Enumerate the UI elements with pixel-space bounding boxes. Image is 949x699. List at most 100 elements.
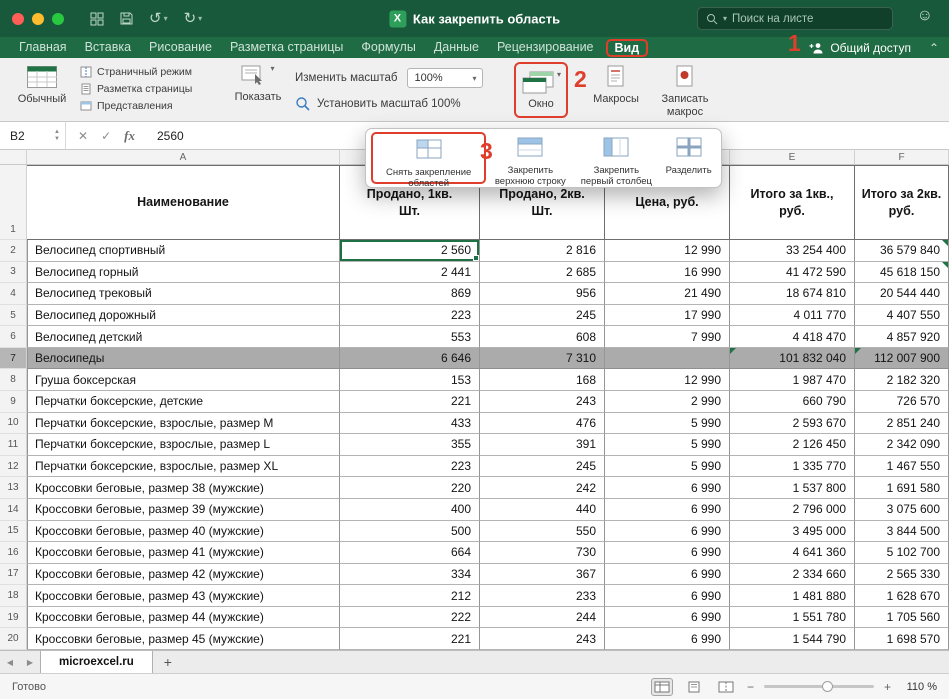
undo-button[interactable]: ↺ ▾ <box>149 11 168 26</box>
cell-D18[interactable]: 6 990 <box>605 585 730 607</box>
cell-D16[interactable]: 6 990 <box>605 542 730 564</box>
cell-F19[interactable]: 1 705 560 <box>855 606 949 629</box>
cell-C14[interactable]: 440 <box>480 498 605 521</box>
menu-item-freeze-top-row[interactable]: Закрепить верхнюю строку <box>489 132 571 187</box>
cell-E19[interactable]: 1 551 780 <box>730 606 855 629</box>
cell-B4[interactable]: 869 <box>340 283 480 305</box>
cell-B17[interactable]: 334 <box>340 563 480 586</box>
row-header-9[interactable]: 9 <box>0 391 27 413</box>
cell-A15[interactable]: Кроссовки беговые, размер 40 (мужские) <box>27 520 340 543</box>
cell-D15[interactable]: 6 990 <box>605 520 730 543</box>
cell-B12[interactable]: 223 <box>340 455 480 478</box>
cell-F12[interactable]: 1 467 550 <box>855 455 949 478</box>
insert-function-icon[interactable]: fx <box>124 128 135 144</box>
cancel-entry-icon[interactable]: ✕ <box>78 129 88 143</box>
cell-E2[interactable]: 33 254 400 <box>730 240 855 262</box>
zoom-out-icon[interactable]: − <box>747 680 754 694</box>
cell-E6[interactable]: 4 418 470 <box>730 326 855 348</box>
cell-A16[interactable]: Кроссовки беговые, размер 41 (мужские) <box>27 542 340 564</box>
custom-views-button[interactable]: Представления <box>80 100 192 112</box>
cell-E17[interactable]: 2 334 660 <box>730 563 855 586</box>
minimize-window-button[interactable] <box>32 12 44 25</box>
cell-A10[interactable]: Перчатки боксерские, взрослые, размер M <box>27 412 340 435</box>
row-header-5[interactable]: 5 <box>0 304 27 327</box>
cell-C17[interactable]: 367 <box>480 563 605 586</box>
close-window-button[interactable] <box>12 12 24 25</box>
cell-A1[interactable]: Наименование <box>27 165 340 240</box>
cell-A20[interactable]: Кроссовки беговые, размер 45 (мужские) <box>27 628 340 650</box>
cell-B7[interactable]: 6 646 <box>340 347 480 370</box>
tab-insert[interactable]: Вставка <box>76 37 140 58</box>
cell-D5[interactable]: 17 990 <box>605 304 730 327</box>
confirm-entry-icon[interactable]: ✓ <box>101 129 111 143</box>
row-header-12[interactable]: 12 <box>0 455 27 478</box>
cell-D12[interactable]: 5 990 <box>605 455 730 478</box>
add-sheet-button[interactable]: + <box>153 651 183 673</box>
row-header-10[interactable]: 10 <box>0 412 27 435</box>
cell-C5[interactable]: 245 <box>480 304 605 327</box>
cell-F15[interactable]: 3 844 500 <box>855 520 949 543</box>
cell-A4[interactable]: Велосипед трековый <box>27 283 340 305</box>
cell-E15[interactable]: 3 495 000 <box>730 520 855 543</box>
row-header-20[interactable]: 20 <box>0 628 27 650</box>
column-header-A[interactable]: A <box>27 150 340 164</box>
cell-D7[interactable] <box>605 347 730 370</box>
tab-home[interactable]: Главная <box>10 37 76 58</box>
cell-A17[interactable]: Кроссовки беговые, размер 42 (мужские) <box>27 563 340 586</box>
cell-A7[interactable]: Велосипеды <box>27 347 340 370</box>
page-layout-status-button[interactable] <box>683 678 705 696</box>
cell-A12[interactable]: Перчатки боксерские, взрослые, размер XL <box>27 455 340 478</box>
fullscreen-window-button[interactable] <box>52 12 64 25</box>
formula-input[interactable]: 2560 <box>147 122 184 149</box>
cell-D20[interactable]: 6 990 <box>605 628 730 650</box>
sheet-search-input[interactable]: ▾ Поиск на листе <box>697 7 893 30</box>
cell-B10[interactable]: 433 <box>340 412 480 435</box>
name-box-stepper[interactable]: ▲ ▼ <box>54 129 60 142</box>
cell-B13[interactable]: 220 <box>340 477 480 499</box>
name-box[interactable]: B2 ▲ ▼ <box>0 122 66 149</box>
row-header-14[interactable]: 14 <box>0 498 27 521</box>
menu-item-split[interactable]: Разделить <box>661 132 716 184</box>
zoom-in-icon[interactable]: + <box>884 680 891 694</box>
cell-E9[interactable]: 660 790 <box>730 391 855 413</box>
sheet-nav-prev-icon[interactable]: ◀ <box>0 651 20 673</box>
cell-A13[interactable]: Кроссовки беговые, размер 38 (мужские) <box>27 477 340 499</box>
row-header-16[interactable]: 16 <box>0 542 27 564</box>
row-header-11[interactable]: 11 <box>0 434 27 456</box>
cell-B11[interactable]: 355 <box>340 434 480 456</box>
sheet-nav-next-icon[interactable]: ▶ <box>20 651 40 673</box>
cell-D8[interactable]: 12 990 <box>605 369 730 392</box>
cell-B19[interactable]: 222 <box>340 606 480 629</box>
cell-A3[interactable]: Велосипед горный <box>27 261 340 284</box>
collapse-ribbon-icon[interactable]: ⌃ <box>929 41 939 55</box>
row-header-4[interactable]: 4 <box>0 283 27 305</box>
row-header-7[interactable]: 7 <box>0 347 27 370</box>
cell-C20[interactable]: 243 <box>480 628 605 650</box>
cell-A11[interactable]: Перчатки боксерские, взрослые, размер L <box>27 434 340 456</box>
cell-E18[interactable]: 1 481 880 <box>730 585 855 607</box>
cell-E12[interactable]: 1 335 770 <box>730 455 855 478</box>
cell-C16[interactable]: 730 <box>480 542 605 564</box>
cell-B16[interactable]: 664 <box>340 542 480 564</box>
cell-E7[interactable]: 101 832 040 <box>730 347 855 370</box>
cell-F20[interactable]: 1 698 570 <box>855 628 949 650</box>
column-header-E[interactable]: E <box>730 150 855 164</box>
cell-B15[interactable]: 500 <box>340 520 480 543</box>
cell-E20[interactable]: 1 544 790 <box>730 628 855 650</box>
zoom-slider-thumb[interactable] <box>821 681 833 692</box>
cell-B8[interactable]: 153 <box>340 369 480 392</box>
zoom-slider[interactable] <box>763 681 874 692</box>
window-menu-button[interactable]: ▾ Окно <box>514 62 568 118</box>
cell-C2[interactable]: 2 816 <box>480 240 605 262</box>
cell-F7[interactable]: 112 007 900 <box>855 347 949 370</box>
redo-button[interactable]: ↻ ▾ <box>184 11 203 26</box>
cell-A6[interactable]: Велосипед детский <box>27 326 340 348</box>
zoom-percentage[interactable]: 110 % <box>901 681 937 693</box>
page-break-status-button[interactable] <box>715 678 737 696</box>
cell-F13[interactable]: 1 691 580 <box>855 477 949 499</box>
cell-F5[interactable]: 4 407 550 <box>855 304 949 327</box>
row-header-1[interactable]: 1 <box>0 165 27 240</box>
cell-E10[interactable]: 2 593 670 <box>730 412 855 435</box>
cell-E13[interactable]: 1 537 800 <box>730 477 855 499</box>
row-header-19[interactable]: 19 <box>0 606 27 629</box>
